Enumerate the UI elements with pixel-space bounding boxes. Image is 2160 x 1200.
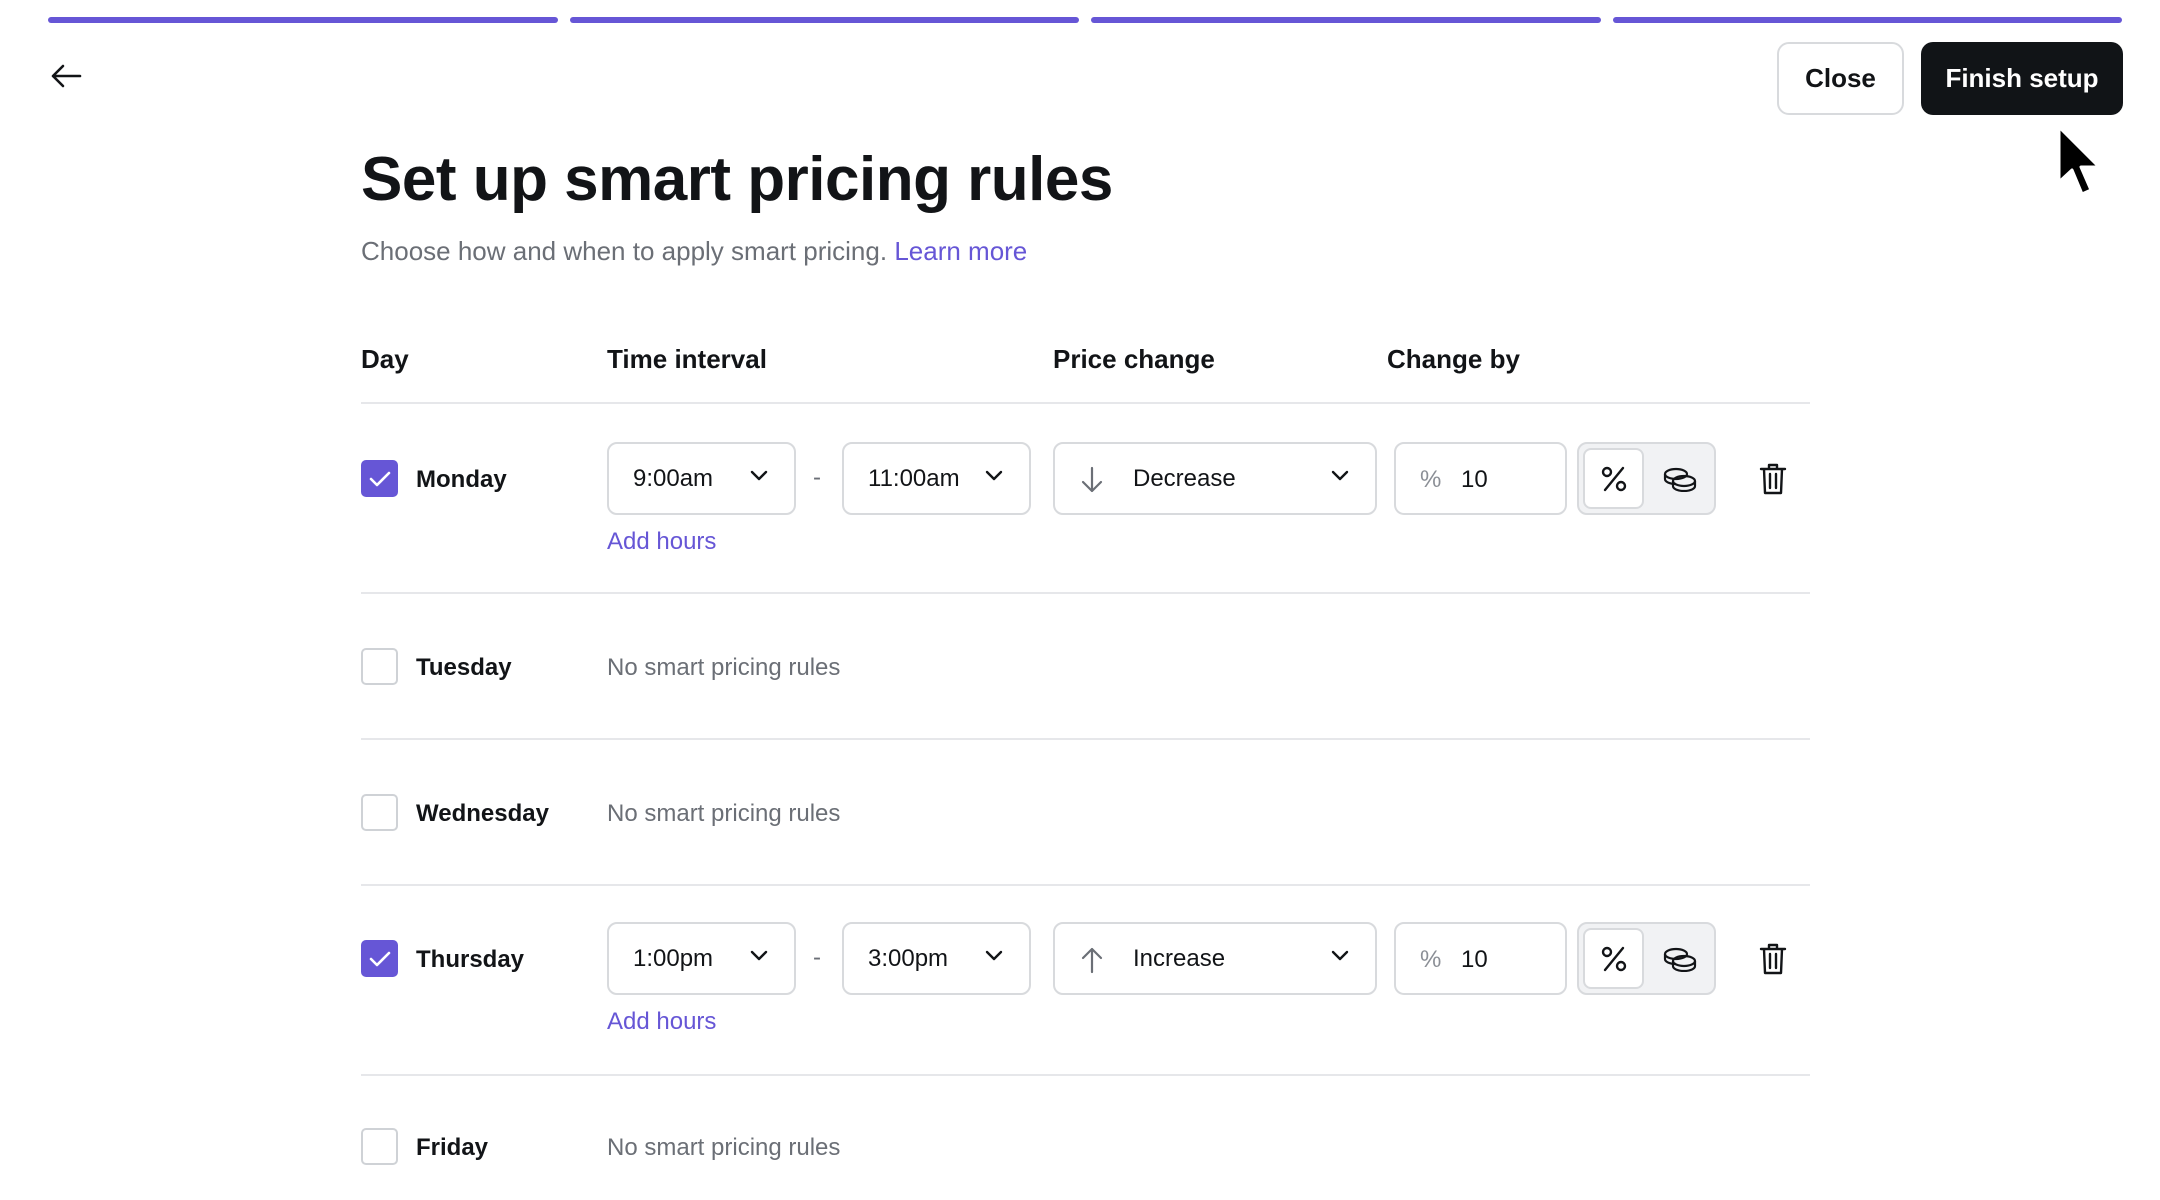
change-amount-value: 10 — [1461, 946, 1488, 973]
change-amount-input[interactable]: % 10 — [1394, 922, 1567, 995]
change-amount-value: 10 — [1461, 466, 1488, 493]
no-rules-text: No smart pricing rules — [607, 1134, 841, 1161]
rules-table-header: Day Time interval Price change Change by — [361, 344, 1810, 404]
percent-toggle-option[interactable] — [1583, 928, 1644, 989]
tuesday-checkbox[interactable] — [361, 648, 398, 685]
end-time-value: 3:00pm — [868, 944, 949, 972]
progress-bar — [48, 17, 2122, 23]
progress-segment — [1091, 17, 1601, 23]
add-hours-link[interactable]: Add hours — [607, 1008, 716, 1036]
day-row-friday: Friday No smart pricing rules — [361, 1076, 1810, 1200]
arrow-up-icon — [1081, 947, 1103, 974]
unit-toggle — [1577, 922, 1716, 995]
chevron-down-icon — [750, 950, 768, 961]
trash-icon — [1759, 463, 1787, 495]
day-row-thursday: Thursday 1:00pm - 3:00pm Increase % 10 A… — [361, 886, 1810, 1076]
checkmark-icon — [369, 951, 390, 966]
day-label: Friday — [416, 1134, 489, 1161]
chevron-down-icon — [1331, 950, 1349, 961]
friday-checkbox[interactable] — [361, 1128, 398, 1165]
learn-more-link[interactable]: Learn more — [894, 236, 1027, 266]
close-button[interactable]: Close — [1777, 42, 1904, 115]
page-subtitle: Choose how and when to apply smart prici… — [361, 236, 1027, 267]
day-row-wednesday: Wednesday No smart pricing rules — [361, 740, 1810, 886]
progress-segment — [569, 17, 1079, 23]
day-label: Thursday — [416, 946, 525, 973]
percent-toggle-option[interactable] — [1583, 448, 1644, 509]
progress-segment — [1612, 17, 2122, 23]
coins-icon — [1663, 467, 1696, 492]
column-header-price-change: Price change — [1053, 344, 1215, 374]
progress-segment — [48, 17, 558, 23]
finish-setup-button[interactable]: Finish setup — [1921, 42, 2123, 115]
start-time-select[interactable]: 1:00pm — [607, 922, 796, 995]
currency-toggle-option[interactable] — [1649, 448, 1710, 509]
price-change-value: Decrease — [1133, 464, 1236, 492]
coins-icon — [1663, 947, 1696, 972]
arrow-left-icon — [51, 64, 82, 88]
subtitle-text: Choose how and when to apply smart prici… — [361, 236, 888, 266]
end-time-value: 11:00am — [868, 464, 960, 492]
start-time-value: 1:00pm — [633, 944, 714, 972]
column-header-change-by: Change by — [1387, 344, 1520, 374]
price-change-select[interactable]: Increase — [1053, 922, 1377, 995]
percent-prefix: % — [1420, 466, 1442, 493]
percent-icon — [1601, 466, 1626, 491]
page-title: Set up smart pricing rules — [361, 145, 1113, 214]
column-header-time-interval: Time interval — [607, 344, 767, 374]
delete-rule-button[interactable] — [1753, 459, 1793, 499]
day-row-tuesday: Tuesday No smart pricing rules — [361, 594, 1810, 740]
chevron-down-icon — [985, 470, 1003, 481]
change-amount-input[interactable]: % 10 — [1394, 442, 1567, 515]
percent-prefix: % — [1420, 946, 1442, 973]
range-separator: - — [813, 464, 821, 491]
checkmark-icon — [369, 471, 390, 486]
day-label: Monday — [416, 466, 507, 493]
percent-icon — [1601, 946, 1626, 971]
no-rules-text: No smart pricing rules — [607, 654, 841, 681]
mouse-cursor-icon — [2057, 125, 2101, 196]
thursday-checkbox[interactable] — [361, 940, 398, 977]
end-time-select[interactable]: 3:00pm — [842, 922, 1031, 995]
unit-toggle — [1577, 442, 1716, 515]
price-change-select[interactable]: Decrease — [1053, 442, 1377, 515]
column-header-day: Day — [361, 344, 409, 374]
price-change-value: Increase — [1133, 944, 1226, 972]
add-hours-link[interactable]: Add hours — [607, 528, 716, 556]
start-time-select[interactable]: 9:00am — [607, 442, 796, 515]
arrow-down-icon — [1081, 466, 1103, 493]
chevron-down-icon — [750, 470, 768, 481]
wednesday-checkbox[interactable] — [361, 794, 398, 831]
day-label: Tuesday — [416, 654, 512, 681]
day-label: Wednesday — [416, 800, 549, 827]
no-rules-text: No smart pricing rules — [607, 800, 841, 827]
start-time-value: 9:00am — [633, 464, 714, 492]
currency-toggle-option[interactable] — [1649, 928, 1710, 989]
chevron-down-icon — [1331, 470, 1349, 481]
delete-rule-button[interactable] — [1753, 939, 1793, 979]
day-row-monday: Monday 9:00am - 11:00am Decrease % 10 Ad… — [361, 404, 1810, 594]
range-separator: - — [813, 944, 821, 971]
chevron-down-icon — [985, 950, 1003, 961]
back-button[interactable] — [44, 54, 88, 98]
trash-icon — [1759, 943, 1787, 975]
end-time-select[interactable]: 11:00am — [842, 442, 1031, 515]
monday-checkbox[interactable] — [361, 460, 398, 497]
